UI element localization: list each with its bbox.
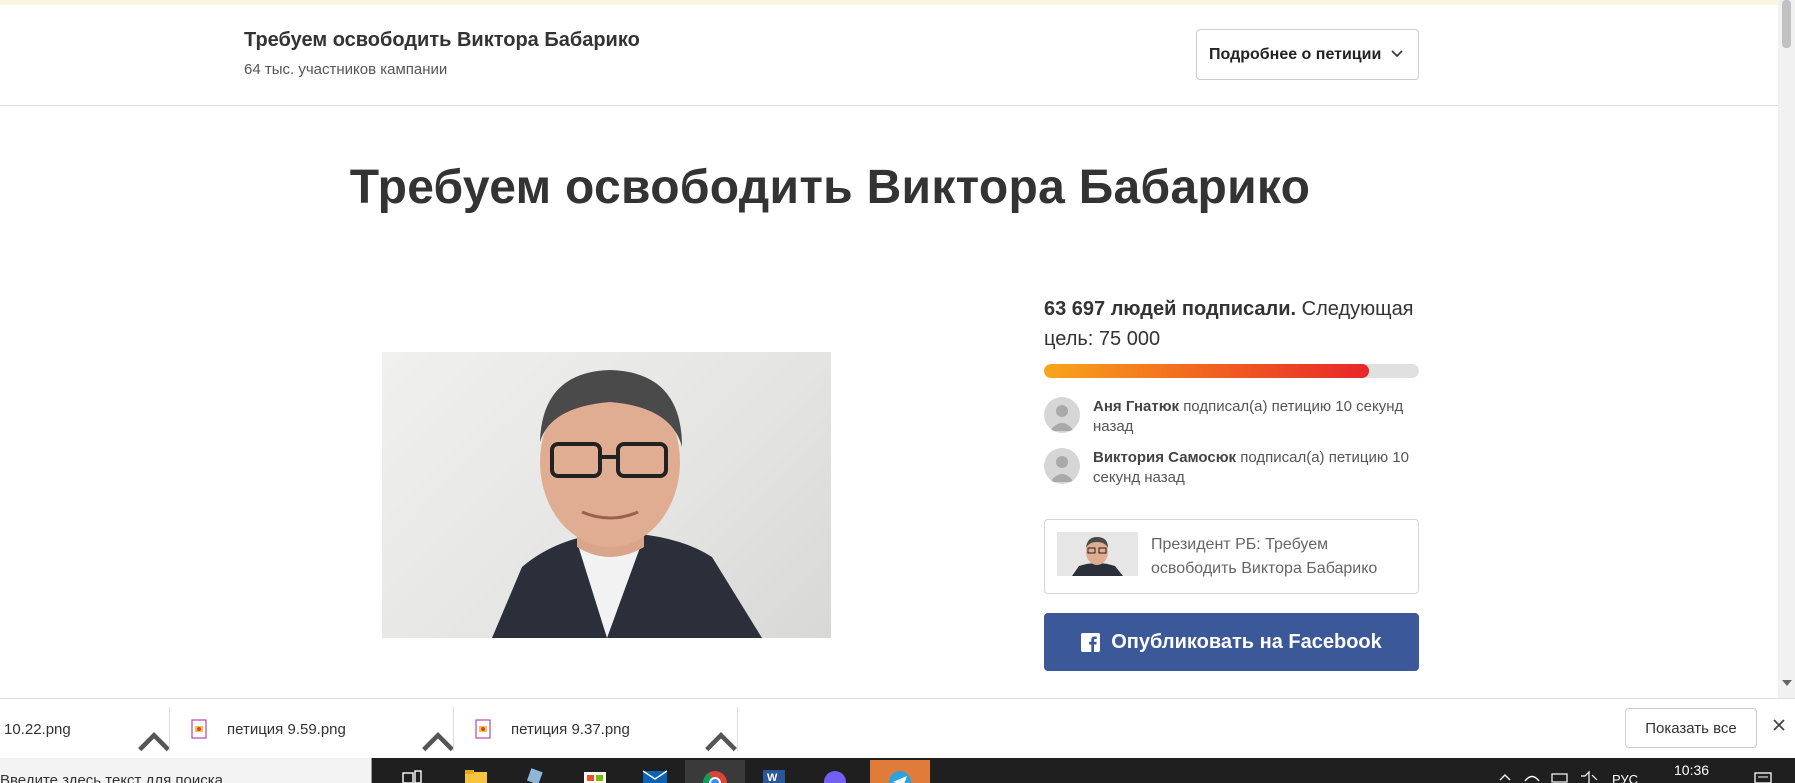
file-explorer-icon[interactable] <box>445 760 505 783</box>
share-preview-card[interactable]: Президент РБ: Требуем освободить Виктора… <box>1044 519 1419 594</box>
telegram-icon[interactable] <box>870 760 930 783</box>
divider <box>169 707 170 751</box>
taskbar-search-input[interactable]: Введите здесь текст для поиска <box>0 758 372 783</box>
scrollbar-thumb[interactable] <box>1782 0 1791 48</box>
petition-photo <box>382 352 831 638</box>
avatar <box>1044 397 1080 433</box>
page-title: Требуем освободить Виктора Бабарико <box>349 161 1311 214</box>
image-file-icon <box>475 719 491 739</box>
chevron-up-icon[interactable] <box>701 721 741 761</box>
network-icon[interactable] <box>1522 758 1542 783</box>
store-icon[interactable] <box>565 760 625 783</box>
chevron-up-icon[interactable] <box>418 721 458 761</box>
petition-details-button[interactable]: Подробнее о петиции <box>1196 29 1419 80</box>
progress-fill <box>1044 364 1370 378</box>
volume-muted-icon[interactable] <box>1578 758 1598 783</box>
task-view-icon[interactable] <box>385 760 445 783</box>
petition-details-label: Подробнее о петиции <box>1209 45 1382 63</box>
header-petition-title: Требуем освободить Виктора Бабарико <box>244 29 640 51</box>
facebook-share-button[interactable]: Опубликовать на Facebook <box>1044 613 1419 671</box>
download-filename: петиция 9.37.png <box>511 720 630 738</box>
download-item[interactable]: 10.22.png <box>4 709 71 749</box>
header-participants-count: 64 тыс. участников кампании <box>244 61 448 78</box>
downloads-bar: 10.22.png петиция 9.59.png петиция 9.37.… <box>0 698 1795 758</box>
divider <box>737 707 738 751</box>
download-item[interactable]: петиция 9.59.png <box>191 709 346 749</box>
svg-text:W: W <box>767 772 778 783</box>
viber-icon[interactable] <box>805 760 865 783</box>
battery-icon[interactable] <box>1550 758 1570 783</box>
signature-count: 63 697 людей подписали. Следующая цель: … <box>1044 294 1424 354</box>
portrait-illustration <box>492 370 762 638</box>
avatar <box>1044 448 1080 484</box>
image-file-icon <box>191 719 207 739</box>
facebook-button-label: Опубликовать на Facebook <box>1111 630 1382 653</box>
recent-signer: Аня Гнатюк подписал(а) петицию 10 секунд… <box>1044 397 1424 441</box>
signed-count-text: 63 697 людей подписали. <box>1044 298 1297 320</box>
close-icon[interactable] <box>1771 717 1787 733</box>
word-icon[interactable]: W <box>745 760 805 783</box>
recent-signer: Виктория Самосюк подписал(а) петицию 10 … <box>1044 448 1424 492</box>
share-thumbnail <box>1057 532 1138 576</box>
chrome-icon[interactable] <box>685 760 745 783</box>
pen-app-icon[interactable] <box>505 760 565 783</box>
tray-chevron-up-icon[interactable] <box>1496 758 1514 783</box>
divider <box>453 707 454 751</box>
download-filename: 10.22.png <box>4 720 71 738</box>
clock-time[interactable]: 10:36 <box>1674 762 1709 783</box>
signer-name: Виктория Самосюк <box>1093 449 1237 466</box>
signer-name: Аня Гнатюк <box>1093 398 1180 415</box>
sticky-header: Требуем освободить Виктора Бабарико 64 т… <box>0 5 1778 106</box>
mail-icon[interactable] <box>625 760 685 783</box>
signature-progress-bar <box>1044 364 1419 378</box>
show-all-downloads-button[interactable]: Показать все <box>1625 708 1757 748</box>
windows-taskbar: Введите здесь текст для поиска W РУС 10:… <box>0 758 1795 783</box>
page-scrollbar[interactable] <box>1778 0 1795 698</box>
share-card-text: Президент РБ: Требуем освободить Виктора… <box>1151 536 1378 577</box>
facebook-icon <box>1081 632 1101 652</box>
chevron-down-icon <box>1391 50 1403 58</box>
keyboard-language[interactable]: РУС <box>1612 772 1638 783</box>
chevron-up-icon[interactable] <box>134 721 174 761</box>
download-item[interactable]: петиция 9.37.png <box>475 709 630 749</box>
notifications-icon[interactable] <box>1752 758 1774 783</box>
signer-text: Аня Гнатюк подписал(а) петицию 10 секунд… <box>1093 397 1423 437</box>
download-filename: петиция 9.59.png <box>227 720 346 738</box>
signer-text: Виктория Самосюк подписал(а) петицию 10 … <box>1093 448 1423 488</box>
scroll-down-arrow-icon[interactable] <box>1782 680 1792 686</box>
